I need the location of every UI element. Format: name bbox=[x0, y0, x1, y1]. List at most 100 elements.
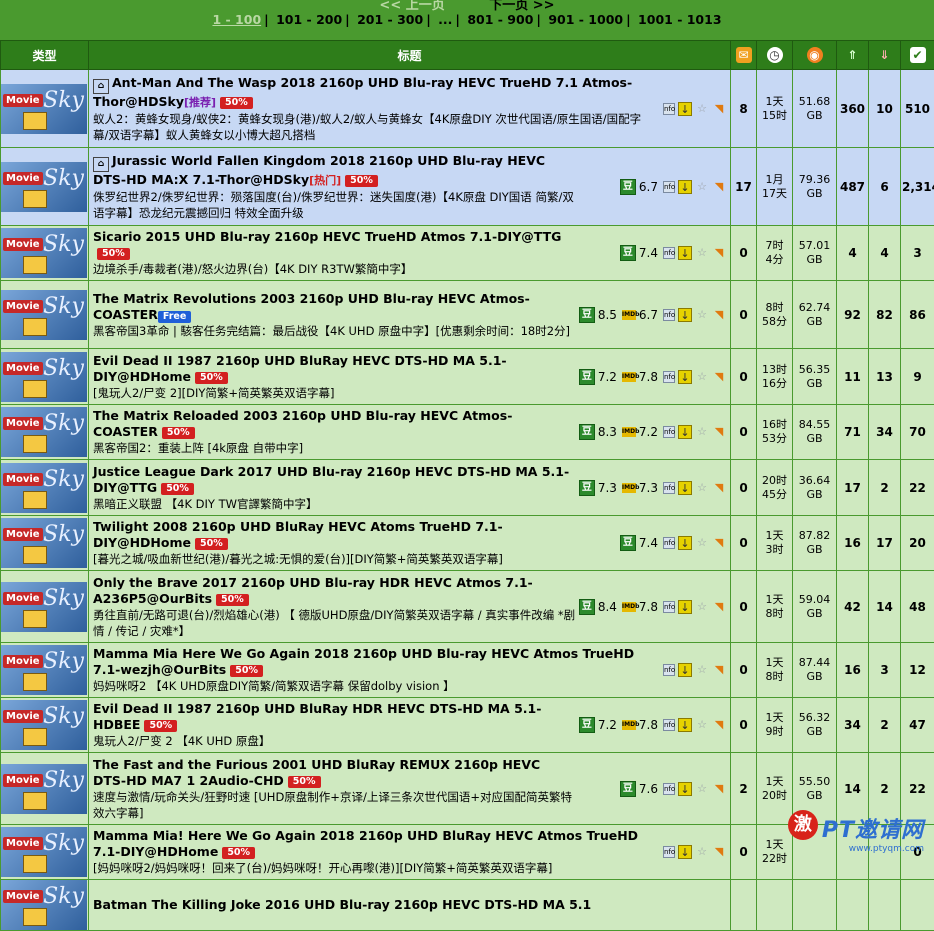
download-icon[interactable]: ↓ bbox=[678, 845, 692, 859]
rss-icon[interactable]: ◥ bbox=[712, 180, 726, 194]
completed-count[interactable]: 9 bbox=[901, 349, 934, 405]
nfo-icon[interactable]: nfo bbox=[663, 247, 675, 259]
seeders-count[interactable] bbox=[837, 880, 869, 931]
table-row[interactable]: MovieSky⌂Jurassic World Fallen Kingdom 2… bbox=[1, 148, 934, 226]
download-icon[interactable]: ↓ bbox=[678, 180, 692, 194]
seeders-count[interactable]: 42 bbox=[837, 571, 869, 643]
rss-icon[interactable]: ◥ bbox=[712, 102, 726, 116]
torrent-title-link[interactable]: Sicario 2015 UHD Blu-ray 2160p HEVC True… bbox=[93, 229, 561, 244]
nfo-icon[interactable]: nfo bbox=[663, 537, 675, 549]
leechers-count[interactable]: 13 bbox=[869, 349, 901, 405]
rss-icon[interactable]: ◥ bbox=[712, 308, 726, 322]
bookmark-star-icon[interactable]: ☆ bbox=[695, 308, 709, 322]
download-icon[interactable]: ↓ bbox=[678, 481, 692, 495]
nfo-icon[interactable]: nfo bbox=[663, 601, 675, 613]
category-icon[interactable]: MovieSky bbox=[1, 880, 87, 930]
leechers-count[interactable]: 2 bbox=[869, 698, 901, 753]
comments-count[interactable]: 0 bbox=[731, 460, 757, 516]
col-time[interactable]: ◷ bbox=[757, 41, 793, 70]
completed-count[interactable]: 20 bbox=[901, 516, 934, 571]
category-icon[interactable]: MovieSky bbox=[1, 827, 87, 877]
completed-count[interactable]: 12 bbox=[901, 643, 934, 698]
page-range-9[interactable]: 801 - 900 bbox=[467, 12, 533, 27]
download-icon[interactable]: ↓ bbox=[678, 536, 692, 550]
leechers-count[interactable]: 82 bbox=[869, 281, 901, 349]
seeders-count[interactable]: 16 bbox=[837, 643, 869, 698]
comments-count[interactable]: 2 bbox=[731, 753, 757, 825]
seeders-count[interactable]: 34 bbox=[837, 698, 869, 753]
rss-icon[interactable]: ◥ bbox=[712, 663, 726, 677]
comments-count[interactable]: 0 bbox=[731, 349, 757, 405]
rss-icon[interactable]: ◥ bbox=[712, 718, 726, 732]
seeders-count[interactable]: 71 bbox=[837, 405, 869, 460]
rss-icon[interactable]: ◥ bbox=[712, 600, 726, 614]
table-row[interactable]: MovieSkyEvil Dead II 1987 2160p UHD BluR… bbox=[1, 349, 934, 405]
page-range-2[interactable]: 101 - 200 bbox=[276, 12, 342, 27]
comments-count[interactable]: 0 bbox=[731, 698, 757, 753]
category-icon[interactable]: MovieSky bbox=[1, 84, 87, 134]
table-row[interactable]: MovieSkyThe Matrix Reloaded 2003 2160p U… bbox=[1, 405, 934, 460]
page-range-10[interactable]: 901 - 1000 bbox=[548, 12, 623, 27]
page-range-11[interactable]: 1001 - 1013 bbox=[638, 12, 721, 27]
bookmark-star-icon[interactable]: ☆ bbox=[695, 663, 709, 677]
page-range-3[interactable]: 201 - 300 bbox=[357, 12, 423, 27]
comments-count[interactable]: 0 bbox=[731, 226, 757, 281]
leechers-count[interactable]: 3 bbox=[869, 643, 901, 698]
category-icon[interactable]: MovieSky bbox=[1, 518, 87, 568]
bookmark-star-icon[interactable]: ☆ bbox=[695, 370, 709, 384]
rss-icon[interactable]: ◥ bbox=[712, 370, 726, 384]
leechers-count[interactable] bbox=[869, 880, 901, 931]
rss-icon[interactable]: ◥ bbox=[712, 782, 726, 796]
category-icon[interactable]: MovieSky bbox=[1, 764, 87, 814]
rss-icon[interactable]: ◥ bbox=[712, 246, 726, 260]
table-row[interactable]: MovieSky⌂Ant-Man And The Wasp 2018 2160p… bbox=[1, 70, 934, 148]
nfo-icon[interactable]: nfo bbox=[663, 719, 675, 731]
table-row[interactable]: MovieSky Batman The Killing Joke 2016 UHD… bbox=[1, 880, 934, 931]
nfo-icon[interactable]: nfo bbox=[663, 783, 675, 795]
seeders-count[interactable]: 360 bbox=[837, 70, 869, 148]
nfo-icon[interactable]: nfo bbox=[663, 664, 675, 676]
nfo-icon[interactable]: nfo bbox=[663, 846, 675, 858]
category-icon[interactable]: MovieSky bbox=[1, 290, 87, 340]
leechers-count[interactable]: 17 bbox=[869, 516, 901, 571]
seeders-count[interactable]: 4 bbox=[837, 226, 869, 281]
col-title[interactable]: 标题 bbox=[89, 41, 731, 70]
col-size[interactable]: ◉ bbox=[793, 41, 837, 70]
completed-count[interactable]: 86 bbox=[901, 281, 934, 349]
category-icon[interactable]: MovieSky bbox=[1, 582, 87, 632]
seeders-count[interactable]: 487 bbox=[837, 148, 869, 226]
table-row[interactable]: MovieSkyMamma Mia Here We Go Again 2018 … bbox=[1, 643, 934, 698]
completed-count[interactable]: 70 bbox=[901, 405, 934, 460]
leechers-count[interactable]: 6 bbox=[869, 148, 901, 226]
category-icon[interactable]: MovieSky bbox=[1, 162, 87, 212]
torrent-title-link[interactable]: Batman The Killing Joke 2016 UHD Blu-ray… bbox=[93, 897, 591, 912]
comments-count[interactable]: 0 bbox=[731, 643, 757, 698]
rss-icon[interactable]: ◥ bbox=[712, 425, 726, 439]
comments-count[interactable]: 0 bbox=[731, 405, 757, 460]
download-icon[interactable]: ↓ bbox=[678, 246, 692, 260]
download-icon[interactable]: ↓ bbox=[678, 425, 692, 439]
rss-icon[interactable]: ◥ bbox=[712, 536, 726, 550]
comments-count[interactable]: 0 bbox=[731, 571, 757, 643]
table-row[interactable]: MovieSkyEvil Dead II 1987 2160p UHD BluR… bbox=[1, 698, 934, 753]
completed-count[interactable]: 22 bbox=[901, 460, 934, 516]
table-row[interactable]: MovieSkySicario 2015 UHD Blu-ray 2160p H… bbox=[1, 226, 934, 281]
comments-count[interactable]: 0 bbox=[731, 825, 757, 880]
page-range-1[interactable]: 1 - 100 bbox=[212, 12, 261, 27]
comments-count[interactable]: 0 bbox=[731, 281, 757, 349]
nfo-icon[interactable]: nfo bbox=[663, 426, 675, 438]
bookmark-star-icon[interactable]: ☆ bbox=[695, 718, 709, 732]
leechers-count[interactable]: 2 bbox=[869, 460, 901, 516]
torrent-title-link[interactable]: Mamma Mia Here We Go Again 2018 2160p UH… bbox=[93, 646, 634, 677]
bookmark-star-icon[interactable]: ☆ bbox=[695, 845, 709, 859]
download-icon[interactable]: ↓ bbox=[678, 663, 692, 677]
nfo-icon[interactable]: nfo bbox=[663, 309, 675, 321]
completed-count[interactable]: 47 bbox=[901, 698, 934, 753]
torrent-title-link[interactable]: The Matrix Reloaded 2003 2160p UHD Blu-r… bbox=[93, 408, 512, 439]
bookmark-star-icon[interactable]: ☆ bbox=[695, 425, 709, 439]
comments-count[interactable]: 8 bbox=[731, 70, 757, 148]
bookmark-star-icon[interactable]: ☆ bbox=[695, 180, 709, 194]
category-icon[interactable]: MovieSky bbox=[1, 700, 87, 750]
rss-icon[interactable]: ◥ bbox=[712, 481, 726, 495]
comments-count[interactable]: 0 bbox=[731, 516, 757, 571]
